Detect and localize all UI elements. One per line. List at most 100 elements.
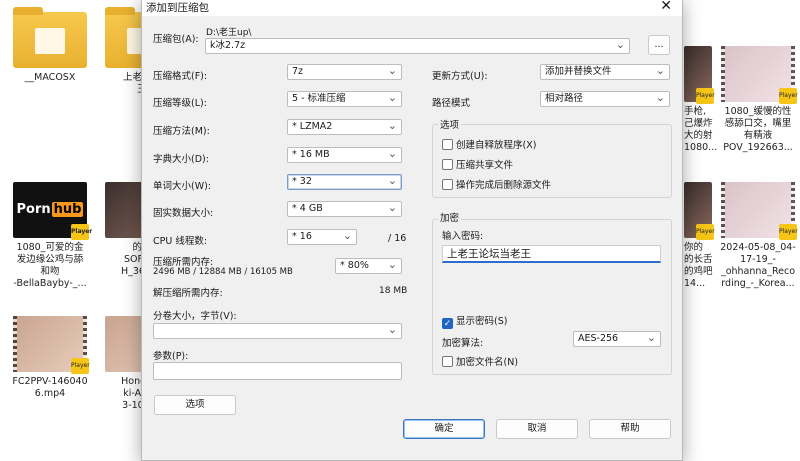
split-select[interactable] <box>153 323 402 339</box>
method-label: 压缩方法(M): <box>153 126 210 137</box>
path-label: 路径模式 <box>432 98 471 109</box>
decomp-label: 解压缩所需内存: <box>153 288 223 299</box>
solid-select[interactable]: * 4 GB <box>287 201 402 217</box>
password-input[interactable]: 上老王论坛当老王 <box>442 245 661 263</box>
file-name-line: 17-19_- <box>740 254 776 265</box>
checkbox-label: 显示密码(S) <box>456 316 508 327</box>
cpu-select[interactable]: * 16 <box>287 229 357 245</box>
file-name-line: 6.mp4 <box>34 388 66 399</box>
player-badge-icon: Player <box>696 224 715 240</box>
archive-label: 压缩包(A): <box>153 34 199 45</box>
chevron-down-icon[interactable] <box>616 39 625 53</box>
mem-label: 压缩所需内存: <box>153 257 214 268</box>
chevron-down-icon <box>656 92 665 106</box>
chevron-down-icon <box>388 259 397 273</box>
file-name-line: rding_-_Korea... <box>721 278 795 289</box>
player-badge-icon: Player <box>779 88 798 104</box>
video-thumbnail: Player <box>684 46 715 104</box>
file-item[interactable]: Player 2024-05-08_04- 17-19_- _ohhanna_R… <box>716 182 800 290</box>
split-label: 分卷大小，字节(V): <box>153 311 237 322</box>
show-password-checkbox[interactable]: ✓ 显示密码(S) <box>442 316 507 329</box>
word-select[interactable]: * 32 <box>287 174 402 190</box>
mem-percent-value: * 80% <box>340 260 369 271</box>
archive-name-combo[interactable]: k冰2.7z <box>205 38 630 54</box>
options-group-title: 选项 <box>438 117 462 131</box>
file-name-line: POV_192663... <box>723 142 793 153</box>
chevron-down-icon <box>647 332 656 346</box>
chevron-down-icon <box>656 65 665 79</box>
dialog-titlebar[interactable]: 添加到压缩包 ✕ <box>142 0 682 16</box>
level-value: 5 - 标准压缩 <box>292 93 346 104</box>
dict-label: 字典大小(D): <box>153 154 209 165</box>
encryption-method-select[interactable]: AES-256 <box>573 331 661 347</box>
delete-source-checkbox[interactable]: 操作完成后删除源文件 <box>442 179 551 192</box>
level-label: 压缩等级(L): <box>153 98 207 109</box>
checkbox-box[interactable] <box>442 179 453 190</box>
add-to-archive-dialog: 添加到压缩包 ✕ 压缩包(A): D:\老王up\ k冰2.7z ... 压缩格… <box>141 0 683 461</box>
path-select[interactable]: 相对路径 <box>540 91 670 107</box>
level-select[interactable]: 5 - 标准压缩 <box>287 91 402 107</box>
file-item[interactable]: __MACOSX <box>4 7 96 84</box>
file-name-line: FC2PPV-146040 <box>12 376 88 387</box>
checkbox-box[interactable] <box>442 159 453 170</box>
file-item[interactable]: Player 1080_缓慢的性 感舔口交，嘴里 有精液 POV_192663.… <box>716 46 800 154</box>
file-name-line: 1080_缓慢的性 <box>724 106 792 117</box>
encrypt-names-checkbox[interactable]: 加密文件名(N) <box>442 356 518 369</box>
archive-path: D:\老王up\ <box>206 28 252 38</box>
folder-icon <box>13 7 87 68</box>
chevron-down-icon <box>388 120 397 134</box>
format-value: 7z <box>292 66 304 77</box>
mem-percent-select[interactable]: * 80% <box>335 258 402 274</box>
decomp-value: 18 MB <box>379 286 408 296</box>
logo-text: Porn <box>16 202 51 217</box>
file-name-line: 2024-05-08_04- <box>720 242 796 253</box>
video-thumbnail: Porn hub Player <box>13 182 92 240</box>
file-item[interactable]: Player FC2PPV-146040 6.mp4 <box>4 316 96 400</box>
chevron-down-icon <box>388 202 397 216</box>
checkbox-label: 创建自释放程序(X) <box>456 140 537 151</box>
params-label: 参数(P): <box>153 351 189 362</box>
cancel-button[interactable]: 取消 <box>496 419 578 439</box>
encryption-method-label: 加密算法: <box>442 338 484 349</box>
solid-label: 固实数据大小: <box>153 208 214 219</box>
close-icon[interactable]: ✕ <box>660 0 672 13</box>
player-badge-icon: Player <box>71 224 92 240</box>
video-thumbnail: Player <box>684 182 715 240</box>
chevron-down-icon <box>388 324 397 338</box>
player-badge-icon: Player <box>696 88 715 104</box>
word-label: 单词大小(W): <box>153 181 212 192</box>
options-button[interactable]: 选项 <box>154 395 236 415</box>
encryption-method-value: AES-256 <box>578 333 619 344</box>
solid-value: * 4 GB <box>292 203 323 214</box>
dialog-title: 添加到压缩包 <box>146 2 209 14</box>
params-input[interactable] <box>153 362 402 380</box>
shared-files-checkbox[interactable]: 压缩共享文件 <box>442 159 513 172</box>
chevron-down-icon <box>388 65 397 79</box>
chevron-down-icon <box>388 92 397 106</box>
checkbox-label: 加密文件名(N) <box>456 357 519 368</box>
checkbox-box[interactable] <box>442 139 453 150</box>
logo-text: hub <box>51 202 84 217</box>
format-label: 压缩格式(F): <box>153 71 208 82</box>
file-name-line: _ohhanna_Reco <box>720 266 796 277</box>
sfx-checkbox[interactable]: 创建自释放程序(X) <box>442 139 536 152</box>
dict-select[interactable]: * 16 MB <box>287 147 402 163</box>
player-badge-icon: Player <box>779 224 798 240</box>
format-select[interactable]: 7z <box>287 64 402 80</box>
checkbox-label: 操作完成后删除源文件 <box>456 180 552 191</box>
video-thumbnail: Player <box>721 46 798 104</box>
check-icon[interactable]: ✓ <box>442 318 453 329</box>
checkbox-box[interactable] <box>442 356 453 367</box>
update-select[interactable]: 添加并替换文件 <box>540 64 670 80</box>
video-thumbnail: Player <box>721 182 798 240</box>
help-button[interactable]: 帮助 <box>589 419 671 439</box>
ok-button[interactable]: 确定 <box>403 419 485 439</box>
file-item[interactable]: Porn hub Player 1080_可爱的金 发边缘公鸡与舔 和吻 -Bel… <box>4 182 96 290</box>
cpu-label: CPU 线程数: <box>153 236 208 247</box>
method-select[interactable]: * LZMA2 <box>287 119 402 135</box>
browse-button[interactable]: ... <box>648 35 670 55</box>
chevron-down-icon <box>343 230 352 244</box>
encryption-group-title: 加密 <box>438 210 462 224</box>
password-label: 输入密码: <box>442 231 484 242</box>
cpu-value: * 16 <box>292 231 312 242</box>
